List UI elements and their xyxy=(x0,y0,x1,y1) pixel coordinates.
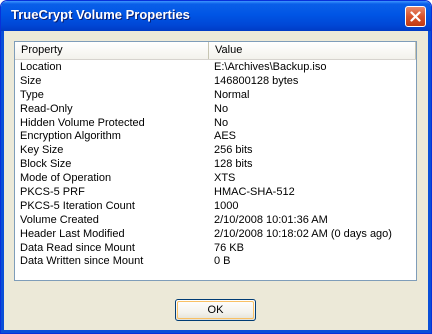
property-name: Key Size xyxy=(20,144,64,157)
list-item[interactable]: Size 146800128 bytes xyxy=(15,74,416,88)
property-name: Location xyxy=(20,61,62,73)
property-name: Mode of Operation xyxy=(20,172,112,185)
window-frame-left xyxy=(1,31,4,333)
list-item[interactable]: Mode of Operation XTS xyxy=(15,171,416,185)
list-item[interactable]: Type Normal xyxy=(15,88,416,102)
property-name: PKCS-5 PRF xyxy=(20,186,85,199)
property-name: Volume Created xyxy=(20,213,99,226)
property-value: 2/10/2008 10:01:36 AM xyxy=(214,213,328,226)
property-value: E:\Archives\Backup.iso xyxy=(214,61,327,73)
property-name: Read-Only xyxy=(20,102,73,115)
property-name: Size xyxy=(20,74,42,87)
list-item[interactable]: Location E:\Archives\Backup.iso xyxy=(15,60,416,74)
list-item[interactable]: Volume Created 2/10/2008 10:01:36 AM xyxy=(15,213,416,227)
property-value: 76 KB xyxy=(214,241,244,254)
property-value: XTS xyxy=(214,172,236,185)
list-item[interactable]: Header Last Modified 2/10/2008 10:18:02 A… xyxy=(15,227,416,241)
list-item[interactable]: Data Written since Mount 0 B xyxy=(15,254,416,268)
title-bar[interactable]: TrueCrypt Volume Properties xyxy=(1,1,431,31)
ok-button[interactable]: OK xyxy=(175,299,256,321)
property-value: 2/10/2008 10:18:02 AM (0 days ago) xyxy=(214,227,392,240)
list-item[interactable]: PKCS-5 PRF HMAC-SHA-512 xyxy=(15,185,416,199)
window-frame-bottom xyxy=(1,330,431,333)
list-item[interactable]: Key Size 256 bits xyxy=(15,143,416,157)
property-name: Header Last Modified xyxy=(20,227,125,240)
property-name: Type xyxy=(20,88,44,101)
property-value: Normal xyxy=(214,88,250,101)
property-value: No xyxy=(214,116,229,129)
close-icon xyxy=(410,11,421,22)
list-header: Property Value xyxy=(15,42,416,60)
list-item[interactable]: PKCS-5 Iteration Count 1000 xyxy=(15,199,416,213)
property-name: Encryption Algorithm xyxy=(20,130,121,143)
list-item[interactable]: Data Read since Mount 76 KB xyxy=(15,241,416,255)
property-name: Block Size xyxy=(20,158,72,171)
window-title: TrueCrypt Volume Properties xyxy=(11,7,190,22)
column-header-property[interactable]: Property xyxy=(15,42,209,59)
list-rows: Location E:\Archives\Backup.iso Size 146800… xyxy=(15,60,416,268)
property-value: AES xyxy=(214,130,237,143)
column-header-value[interactable]: Value xyxy=(209,42,416,59)
list-item[interactable]: Read-Only No xyxy=(15,102,416,116)
close-button[interactable] xyxy=(405,6,426,27)
property-value: 0 B xyxy=(214,255,231,268)
property-value: 128 bits xyxy=(214,158,253,171)
property-name: Data Read since Mount xyxy=(20,241,135,254)
list-item[interactable]: Hidden Volume Protected No xyxy=(15,116,416,130)
properties-dialog: TrueCrypt Volume Properties Property Val… xyxy=(0,0,432,334)
property-value: 146800128 bytes xyxy=(214,74,299,87)
property-name: Hidden Volume Protected xyxy=(20,116,145,129)
window-frame-right xyxy=(428,31,431,333)
property-value: 256 bits xyxy=(214,144,253,157)
list-item[interactable]: Block Size 128 bits xyxy=(15,157,416,171)
property-value: 1000 xyxy=(214,199,239,212)
properties-list[interactable]: Property Value Location E:\Archives\Backu… xyxy=(14,41,417,281)
property-name: Data Written since Mount xyxy=(20,255,144,268)
property-value: HMAC-SHA-512 xyxy=(214,186,295,199)
list-item[interactable]: Encryption Algorithm AES xyxy=(15,129,416,143)
property-name: PKCS-5 Iteration Count xyxy=(20,199,135,212)
property-value: No xyxy=(214,102,229,115)
